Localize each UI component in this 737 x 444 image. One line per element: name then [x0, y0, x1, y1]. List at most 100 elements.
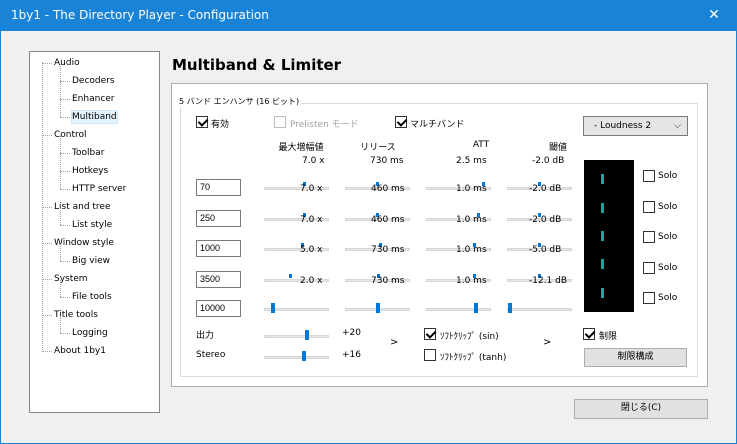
tree-guide-line [60, 244, 61, 261]
slider-value: -5.0 dB [529, 245, 562, 255]
tree-item-multiband[interactable]: Multiband [71, 110, 118, 124]
tree-item-list-style[interactable]: List style [72, 219, 112, 231]
band-5-solo-checkbox[interactable] [643, 292, 655, 304]
output-slider[interactable] [264, 330, 329, 342]
multiband-checkbox[interactable] [395, 116, 407, 128]
tree-item-big-view[interactable]: Big view [72, 255, 110, 267]
slider-value: -12.1 dB [529, 275, 568, 286]
tree-item-control[interactable]: Control [54, 129, 87, 141]
band-3-gain-slider[interactable]: 5.0 x [264, 243, 329, 255]
release-value: 730 ms [370, 156, 404, 166]
limit-label: 制限 [599, 332, 618, 342]
softclip-sin-checkbox[interactable] [424, 328, 436, 340]
slider-thumb[interactable] [271, 303, 275, 313]
band-3-thr-slider[interactable]: -5.0 dB [507, 243, 572, 255]
slider-value: 730 ms [371, 245, 405, 255]
limit-checkbox[interactable] [583, 328, 595, 340]
band-1-frequency-input[interactable]: 70 [196, 179, 241, 196]
softclip-tanh-checkbox[interactable] [424, 349, 436, 361]
limit-config-button[interactable]: 制限構成 [584, 348, 687, 367]
tree-guide-line [60, 99, 70, 100]
tree-item-window-style[interactable]: Window style [54, 237, 114, 249]
tree-item-toolbar[interactable]: Toolbar [72, 147, 104, 159]
stereo-slider[interactable] [264, 351, 329, 363]
settings-tree[interactable]: Audio Decoders Enhancer Multiband Control Too… [29, 51, 160, 413]
band-2-att-slider[interactable]: 1.0 ms [426, 212, 491, 225]
softclip-tanh-label: ｿﾌﾄｸﾘｯﾌﾟ (tanh) [440, 353, 507, 363]
tree-item-enhancer[interactable]: Enhancer [72, 93, 115, 105]
multiband-label: マルチバンド [410, 120, 465, 130]
tree-item-about-1by1[interactable]: About 1by1 [54, 345, 106, 357]
tree-item-decoders[interactable]: Decoders [72, 75, 115, 87]
tree-guide-line [60, 117, 70, 118]
band-1-release-slider[interactable]: 460 ms [345, 182, 410, 194]
title-bar: 1by1 - The Directory Player - Configurat… [1, 1, 736, 31]
output-value: +20 [342, 328, 361, 338]
slider-thumb[interactable] [508, 303, 512, 313]
tree-item-file-tools[interactable]: File tools [72, 291, 112, 303]
band-5-release-slider[interactable] [345, 303, 410, 315]
tree-item-logging[interactable]: Logging [72, 327, 108, 339]
enable-checkbox[interactable] [196, 116, 208, 128]
tree-guide-line [60, 333, 70, 334]
band-5-att-slider[interactable] [426, 303, 491, 315]
band-2-thr-slider[interactable]: -2.0 dB [507, 212, 572, 225]
band-1-thr-slider[interactable]: -2.0 dB [507, 182, 572, 194]
band-1-solo-checkbox[interactable] [643, 170, 655, 182]
slider-value: 2.0 x [300, 275, 323, 286]
band-3-solo-checkbox[interactable] [643, 231, 655, 243]
band-3-release-slider[interactable]: 730 ms [345, 243, 410, 255]
band-2-solo-checkbox[interactable] [643, 200, 655, 213]
band-2-gain-slider[interactable]: 7.0 x [264, 212, 329, 225]
softclip-sin-label: ｿﾌﾄｸﾘｯﾌﾟ (sin) [440, 332, 499, 342]
slider-track [507, 308, 572, 311]
slider-thumb[interactable] [474, 303, 478, 313]
slider-track [264, 356, 329, 359]
slider-thumb[interactable] [305, 330, 309, 340]
slider-value: 1.0 ms [456, 184, 487, 194]
tree-guide-line [60, 225, 70, 226]
slider-value: 460 ms [371, 214, 405, 225]
band-5-frequency-input[interactable]: 10000 [196, 300, 241, 317]
tree-item-audio[interactable]: Audio [54, 57, 80, 69]
slider-thumb[interactable] [302, 351, 306, 361]
band-4-solo-checkbox[interactable] [643, 261, 655, 274]
chevron-down-icon: ⌵ [674, 121, 681, 131]
tree-guide-line [60, 81, 70, 82]
band-5-threshold-slider[interactable] [507, 303, 572, 315]
band-1-att-slider[interactable]: 1.0 ms [426, 182, 491, 194]
band-2-release-slider[interactable]: 460 ms [345, 212, 410, 225]
level-meter [584, 160, 634, 312]
tree-guide-line [60, 154, 61, 171]
close-icon[interactable]: ✕ [692, 1, 736, 31]
solo-label: Solo [658, 293, 678, 303]
band-4-gain-slider[interactable]: 2.0 x [264, 273, 329, 286]
preset-dropdown[interactable]: - Loudness 2 ⌵ [583, 116, 688, 136]
close-button[interactable]: 閉じる(C) [574, 399, 708, 419]
meter-bar [601, 231, 604, 241]
band-3-att-slider[interactable]: 1.0 ms [426, 243, 491, 255]
prelisten-checkbox[interactable] [274, 116, 286, 128]
band-2-frequency-input[interactable]: 250 [196, 209, 241, 227]
band-4-release-slider[interactable]: 730 ms [345, 273, 410, 286]
band-4-thr-slider[interactable]: -12.1 dB [507, 273, 572, 286]
tree-item-hotkeys[interactable]: Hotkeys [72, 165, 108, 177]
band-4-frequency-input[interactable]: 3500 [196, 270, 241, 288]
tree-guide-line [60, 316, 61, 333]
band-1-gain-slider[interactable]: 7.0 x [264, 182, 329, 194]
output-arrow-button[interactable]: > [390, 337, 398, 348]
tree-item-list-and-tree[interactable]: List and tree [54, 201, 111, 213]
tree-guide-line [42, 243, 52, 244]
tree-item-http-server[interactable]: HTTP server [72, 183, 126, 195]
band-3-frequency-input[interactable]: 1000 [196, 240, 241, 257]
slider-thumb[interactable] [376, 303, 380, 313]
config-window: 1by1 - The Directory Player - Configurat… [0, 0, 737, 444]
tree-guide-line [42, 279, 52, 280]
band-4-att-slider[interactable]: 1.0 ms [426, 273, 491, 286]
tree-guide-line [60, 82, 61, 99]
band-5-gain-slider[interactable] [264, 303, 329, 315]
softclip-arrow-button[interactable]: > [543, 337, 551, 348]
att-header: ATT [472, 140, 490, 150]
slider-thumb[interactable] [289, 273, 292, 278]
tree-guide-line [42, 315, 52, 316]
